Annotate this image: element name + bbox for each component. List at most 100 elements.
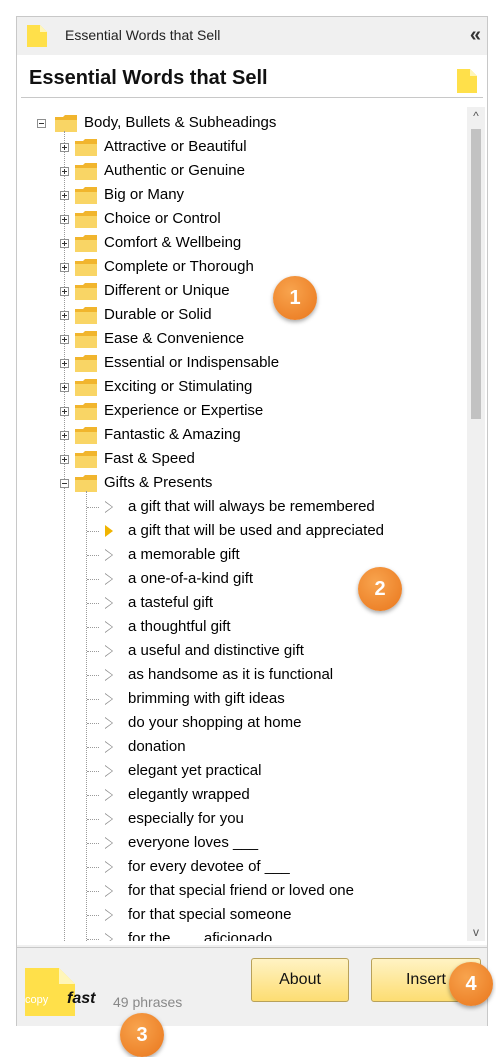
phrase-label: for that special friend or loved one bbox=[128, 882, 354, 899]
expand-toggle-icon[interactable] bbox=[60, 215, 69, 224]
phrase-item[interactable]: for that special friend or loved one bbox=[17, 879, 457, 903]
expand-toggle-icon[interactable] bbox=[60, 311, 69, 320]
phrase-arrow-inner bbox=[105, 622, 112, 632]
phrase-item[interactable]: for every devotee of ___ bbox=[17, 855, 457, 879]
tree-connector bbox=[87, 723, 99, 724]
phrase-arrow-inner bbox=[105, 526, 112, 536]
tree-folder-label: Big or Many bbox=[104, 186, 185, 203]
tree-folder-label: Authentic or Genuine bbox=[104, 162, 245, 179]
tree-folder-label: Different or Unique bbox=[104, 282, 230, 299]
expand-toggle-icon[interactable] bbox=[60, 287, 69, 296]
expand-toggle-icon[interactable] bbox=[60, 263, 69, 272]
about-button[interactable]: About bbox=[251, 958, 349, 1002]
tree-folder-label: Durable or Solid bbox=[104, 306, 212, 323]
folder-icon bbox=[75, 331, 97, 348]
folder-icon bbox=[75, 163, 97, 180]
tree-scrollbar[interactable]: ^ v bbox=[467, 107, 485, 941]
callout-badge-4: 4 bbox=[449, 962, 493, 1006]
phrase-item-selected[interactable]: a gift that will be used and appreciated bbox=[17, 519, 457, 543]
phrase-label: a one-of-a-kind gift bbox=[128, 570, 254, 587]
expand-toggle-icon[interactable] bbox=[60, 239, 69, 248]
tree-connector bbox=[87, 819, 99, 820]
phrase-item[interactable]: elegant yet practical bbox=[17, 759, 457, 783]
folder-icon bbox=[75, 259, 97, 276]
collapse-toggle-icon[interactable] bbox=[60, 479, 69, 488]
phrase-label: a gift that will always be remembered bbox=[128, 498, 375, 515]
panel-heading: Essential Words that Sell bbox=[29, 67, 268, 89]
tree-folder-item[interactable]: Choice or Control bbox=[17, 207, 457, 231]
phrase-item[interactable]: do your shopping at home bbox=[17, 711, 457, 735]
phrase-item[interactable]: a thoughtful gift bbox=[17, 615, 457, 639]
phrase-arrow-inner bbox=[105, 814, 112, 824]
tree-connector bbox=[87, 627, 99, 628]
document-icon bbox=[27, 25, 47, 47]
phrase-label: elegantly wrapped bbox=[128, 786, 250, 803]
tree-folder-label: Ease & Convenience bbox=[104, 330, 245, 347]
tree-folder-item[interactable]: Attractive or Beautiful bbox=[17, 135, 457, 159]
tree-folder-item[interactable]: Fast & Speed bbox=[17, 447, 457, 471]
tree-folder-item[interactable]: Complete or Thorough bbox=[17, 255, 457, 279]
tree-folder-item[interactable]: Big or Many bbox=[17, 183, 457, 207]
phrase-item[interactable]: for that special someone bbox=[17, 903, 457, 927]
scroll-up-arrow-icon[interactable]: ^ bbox=[467, 107, 485, 125]
phrase-arrow-inner bbox=[105, 718, 112, 728]
phrase-label: a gift that will be used and appreciated bbox=[128, 522, 385, 539]
phrase-item[interactable]: a memorable gift bbox=[17, 543, 457, 567]
tree-folder-item[interactable]: Essential or Indispensable bbox=[17, 351, 457, 375]
panel-content: Essential Words that Sell Body, Bullets … bbox=[17, 55, 487, 945]
expand-toggle-icon[interactable] bbox=[60, 167, 69, 176]
tree-folder-root[interactable]: Body, Bullets & Subheadings bbox=[17, 111, 457, 135]
expand-toggle-icon[interactable] bbox=[60, 191, 69, 200]
tree-connector bbox=[87, 843, 99, 844]
scroll-down-arrow-icon[interactable]: v bbox=[467, 923, 485, 941]
collapse-toggle-icon[interactable] bbox=[37, 119, 46, 128]
tree-folder-item[interactable]: Ease & Convenience bbox=[17, 327, 457, 351]
phrase-tree[interactable]: Body, Bullets & Subheadings Attractive or… bbox=[17, 107, 485, 941]
expand-toggle-icon[interactable] bbox=[60, 335, 69, 344]
phrase-item[interactable]: especially for you bbox=[17, 807, 457, 831]
phrase-item[interactable]: a gift that will always be remembered bbox=[17, 495, 457, 519]
phrase-arrow-inner bbox=[105, 838, 112, 848]
phrase-item[interactable]: for the ___ aficionado bbox=[17, 927, 457, 941]
phrase-arrow-inner bbox=[105, 598, 112, 608]
phrase-arrow-inner bbox=[105, 550, 112, 560]
phrase-label: everyone loves ___ bbox=[128, 834, 259, 851]
expand-toggle-icon[interactable] bbox=[60, 143, 69, 152]
expand-toggle-icon[interactable] bbox=[60, 407, 69, 416]
tree-folder-label: Exciting or Stimulating bbox=[104, 378, 253, 395]
tree-folder-item[interactable]: Fantastic & Amazing bbox=[17, 423, 457, 447]
tree-folder-item[interactable]: Durable or Solid bbox=[17, 303, 457, 327]
phrase-item[interactable]: brimming with gift ideas bbox=[17, 687, 457, 711]
tree-folder-item[interactable]: Exciting or Stimulating bbox=[17, 375, 457, 399]
tree-folder-open[interactable]: Gifts & Presents bbox=[17, 471, 457, 495]
phrase-label: brimming with gift ideas bbox=[128, 690, 285, 707]
phrase-item[interactable]: elegantly wrapped bbox=[17, 783, 457, 807]
tree-folder-item[interactable]: Authentic or Genuine bbox=[17, 159, 457, 183]
expand-toggle-icon[interactable] bbox=[60, 383, 69, 392]
phrase-arrow-inner bbox=[105, 502, 112, 512]
phrase-label: donation bbox=[128, 738, 186, 755]
tree-folder-item[interactable]: Different or Unique bbox=[17, 279, 457, 303]
folder-icon bbox=[75, 187, 97, 204]
tree-connector bbox=[87, 891, 99, 892]
expand-toggle-icon[interactable] bbox=[60, 431, 69, 440]
phrase-item[interactable]: a useful and distinctive gift bbox=[17, 639, 457, 663]
tree-connector bbox=[87, 939, 99, 940]
expand-toggle-icon[interactable] bbox=[60, 359, 69, 368]
collapse-panel-button[interactable]: « bbox=[470, 23, 481, 47]
phrase-item[interactable]: donation bbox=[17, 735, 457, 759]
folder-icon bbox=[75, 355, 97, 372]
expand-toggle-icon[interactable] bbox=[60, 455, 69, 464]
phrase-arrow-inner bbox=[105, 574, 112, 584]
callout-badge-2: 2 bbox=[358, 567, 402, 611]
tree-folder-item[interactable]: Experience or Expertise bbox=[17, 399, 457, 423]
scroll-thumb[interactable] bbox=[471, 129, 481, 419]
new-document-icon[interactable] bbox=[457, 69, 477, 93]
tree-folder-item[interactable]: Comfort & Wellbeing bbox=[17, 231, 457, 255]
phrase-item[interactable]: as handsome as it is functional bbox=[17, 663, 457, 687]
tree-connector bbox=[87, 867, 99, 868]
phrase-count: 49 phrases bbox=[113, 994, 183, 1010]
phrase-item[interactable]: everyone loves ___ bbox=[17, 831, 457, 855]
phrase-label: elegant yet practical bbox=[128, 762, 262, 779]
folder-icon bbox=[75, 475, 97, 492]
